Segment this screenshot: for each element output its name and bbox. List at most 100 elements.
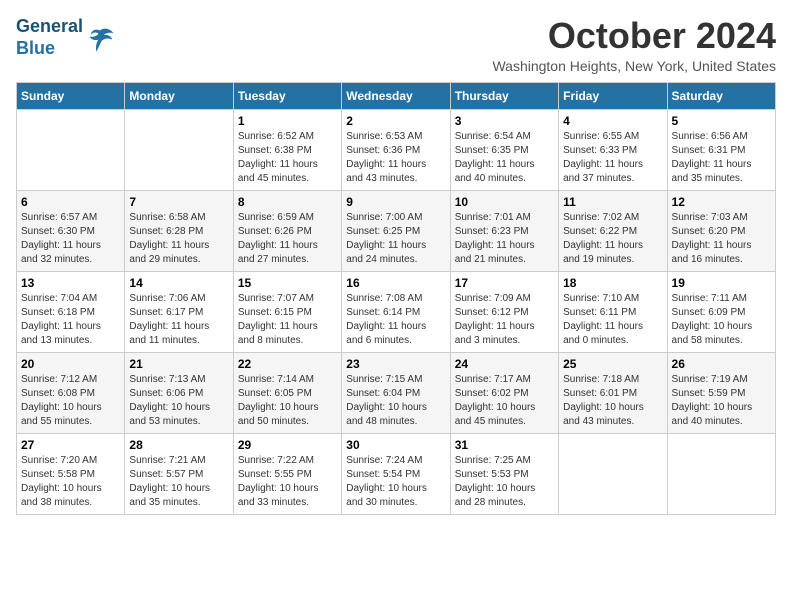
day-number: 1 [238,114,337,128]
day-info: Sunrise: 6:54 AM Sunset: 6:35 PM Dayligh… [455,130,554,186]
weekday-header-wednesday: Wednesday [342,82,450,109]
calendar-cell: 21 Sunrise: 7:13 AM Sunset: 6:06 PM Dayli… [125,352,233,433]
logo-text: General Blue [16,16,83,59]
day-number: 11 [563,195,662,209]
day-number: 10 [455,195,554,209]
calendar-week-row: 13 Sunrise: 7:04 AM Sunset: 6:18 PM Dayli… [17,271,776,352]
calendar-cell: 19 Sunrise: 7:11 AM Sunset: 6:09 PM Dayli… [667,271,775,352]
weekday-header-row: SundayMondayTuesdayWednesdayThursdayFrid… [17,82,776,109]
day-info: Sunrise: 7:19 AM Sunset: 5:59 PM Dayligh… [672,373,771,429]
calendar-cell: 10Sunrise: 7:01 AM Sunset: 6:23 PM Dayli… [450,190,558,271]
calendar-cell: 25Sunrise: 7:18 AM Sunset: 6:01 PM Dayli… [559,352,667,433]
calendar-cell [667,433,775,514]
day-number: 29 [238,438,337,452]
calendar-cell: 22 Sunrise: 7:14 AM Sunset: 6:05 PM Dayli… [233,352,341,433]
weekday-header-tuesday: Tuesday [233,82,341,109]
calendar-cell: 27Sunrise: 7:20 AM Sunset: 5:58 PM Dayli… [17,433,125,514]
calendar-table: SundayMondayTuesdayWednesdayThursdayFrid… [16,82,776,515]
location-subtitle: Washington Heights, New York, United Sta… [492,58,776,74]
day-info: Sunrise: 7:00 AM Sunset: 6:25 PM Dayligh… [346,211,445,267]
day-number: 13 [21,276,120,290]
day-info: Sunrise: 7:02 AM Sunset: 6:22 PM Dayligh… [563,211,662,267]
day-info: Sunrise: 6:55 AM Sunset: 6:33 PM Dayligh… [563,130,662,186]
calendar-cell: 12Sunrise: 7:03 AM Sunset: 6:20 PM Dayli… [667,190,775,271]
day-number: 2 [346,114,445,128]
calendar-cell: 4 Sunrise: 6:55 AM Sunset: 6:33 PM Daylig… [559,109,667,190]
month-title: October 2024 [492,16,776,56]
calendar-cell: 1 Sunrise: 6:52 AM Sunset: 6:38 PM Daylig… [233,109,341,190]
day-info: Sunrise: 7:17 AM Sunset: 6:02 PM Dayligh… [455,373,554,429]
day-info: Sunrise: 7:04 AM Sunset: 6:18 PM Dayligh… [21,292,120,348]
logo: General Blue [16,16,115,59]
logo-bird-icon [85,23,115,53]
day-number: 26 [672,357,771,371]
weekday-header-monday: Monday [125,82,233,109]
day-number: 19 [672,276,771,290]
day-info: Sunrise: 7:10 AM Sunset: 6:11 PM Dayligh… [563,292,662,348]
day-info: Sunrise: 6:59 AM Sunset: 6:26 PM Dayligh… [238,211,337,267]
calendar-cell: 3 Sunrise: 6:54 AM Sunset: 6:35 PM Daylig… [450,109,558,190]
day-info: Sunrise: 7:09 AM Sunset: 6:12 PM Dayligh… [455,292,554,348]
day-number: 25 [563,357,662,371]
day-number: 17 [455,276,554,290]
calendar-cell: 11 Sunrise: 7:02 AM Sunset: 6:22 PM Dayli… [559,190,667,271]
day-number: 4 [563,114,662,128]
day-info: Sunrise: 7:14 AM Sunset: 6:05 PM Dayligh… [238,373,337,429]
day-number: 20 [21,357,120,371]
day-number: 7 [129,195,228,209]
day-number: 8 [238,195,337,209]
calendar-week-row: 6 Sunrise: 6:57 AM Sunset: 6:30 PM Daylig… [17,190,776,271]
calendar-cell: 28 Sunrise: 7:21 AM Sunset: 5:57 PM Dayli… [125,433,233,514]
day-info: Sunrise: 7:13 AM Sunset: 6:06 PM Dayligh… [129,373,228,429]
day-number: 24 [455,357,554,371]
calendar-week-row: 20 Sunrise: 7:12 AM Sunset: 6:08 PM Dayli… [17,352,776,433]
calendar-cell: 15Sunrise: 7:07 AM Sunset: 6:15 PM Dayli… [233,271,341,352]
calendar-cell: 2 Sunrise: 6:53 AM Sunset: 6:36 PM Daylig… [342,109,450,190]
day-info: Sunrise: 7:15 AM Sunset: 6:04 PM Dayligh… [346,373,445,429]
day-info: Sunrise: 7:08 AM Sunset: 6:14 PM Dayligh… [346,292,445,348]
weekday-header-friday: Friday [559,82,667,109]
weekday-header-sunday: Sunday [17,82,125,109]
title-block: October 2024 Washington Heights, New Yor… [492,16,776,74]
calendar-cell: 9 Sunrise: 7:00 AM Sunset: 6:25 PM Daylig… [342,190,450,271]
day-info: Sunrise: 7:24 AM Sunset: 5:54 PM Dayligh… [346,454,445,510]
weekday-header-saturday: Saturday [667,82,775,109]
day-info: Sunrise: 7:11 AM Sunset: 6:09 PM Dayligh… [672,292,771,348]
day-number: 21 [129,357,228,371]
day-number: 28 [129,438,228,452]
calendar-week-row: 27Sunrise: 7:20 AM Sunset: 5:58 PM Dayli… [17,433,776,514]
day-info: Sunrise: 7:12 AM Sunset: 6:08 PM Dayligh… [21,373,120,429]
calendar-cell: 7Sunrise: 6:58 AM Sunset: 6:28 PM Daylig… [125,190,233,271]
page-header: General Blue October 2024 Washington Hei… [16,16,776,74]
day-number: 23 [346,357,445,371]
day-number: 9 [346,195,445,209]
calendar-cell: 17 Sunrise: 7:09 AM Sunset: 6:12 PM Dayli… [450,271,558,352]
day-number: 6 [21,195,120,209]
day-number: 14 [129,276,228,290]
day-number: 31 [455,438,554,452]
day-number: 18 [563,276,662,290]
day-number: 3 [455,114,554,128]
day-number: 22 [238,357,337,371]
day-number: 27 [21,438,120,452]
day-number: 5 [672,114,771,128]
day-info: Sunrise: 6:57 AM Sunset: 6:30 PM Dayligh… [21,211,120,267]
calendar-cell: 24 Sunrise: 7:17 AM Sunset: 6:02 PM Dayli… [450,352,558,433]
day-info: Sunrise: 7:21 AM Sunset: 5:57 PM Dayligh… [129,454,228,510]
calendar-cell [125,109,233,190]
calendar-cell: 14Sunrise: 7:06 AM Sunset: 6:17 PM Dayli… [125,271,233,352]
day-info: Sunrise: 6:56 AM Sunset: 6:31 PM Dayligh… [672,130,771,186]
day-info: Sunrise: 6:52 AM Sunset: 6:38 PM Dayligh… [238,130,337,186]
weekday-header-thursday: Thursday [450,82,558,109]
calendar-week-row: 1 Sunrise: 6:52 AM Sunset: 6:38 PM Daylig… [17,109,776,190]
day-number: 30 [346,438,445,452]
calendar-cell: 18 Sunrise: 7:10 AM Sunset: 6:11 PM Dayli… [559,271,667,352]
day-number: 16 [346,276,445,290]
calendar-cell: 23 Sunrise: 7:15 AM Sunset: 6:04 PM Dayli… [342,352,450,433]
day-info: Sunrise: 7:25 AM Sunset: 5:53 PM Dayligh… [455,454,554,510]
calendar-cell: 26 Sunrise: 7:19 AM Sunset: 5:59 PM Dayli… [667,352,775,433]
calendar-cell: 20 Sunrise: 7:12 AM Sunset: 6:08 PM Dayli… [17,352,125,433]
day-info: Sunrise: 6:53 AM Sunset: 6:36 PM Dayligh… [346,130,445,186]
calendar-cell [17,109,125,190]
day-info: Sunrise: 7:07 AM Sunset: 6:15 PM Dayligh… [238,292,337,348]
